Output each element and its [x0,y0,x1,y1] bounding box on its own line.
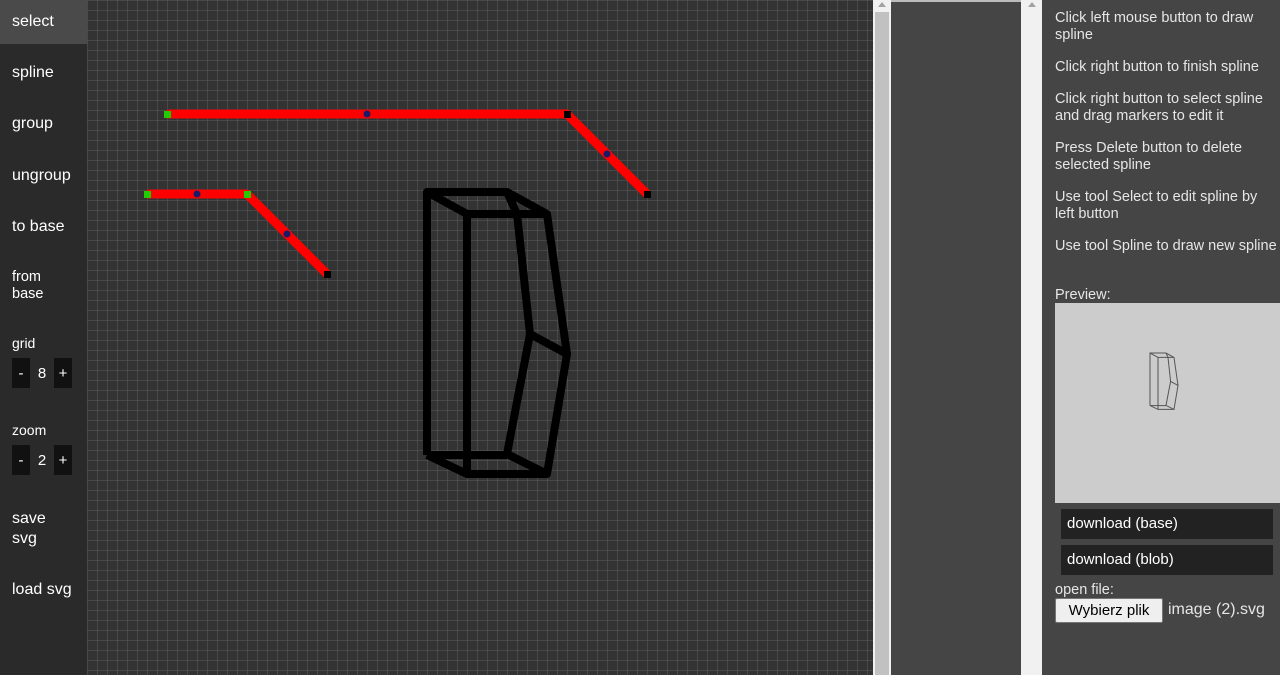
canvas-scrollbar[interactable] [873,0,891,675]
preview-svg [1149,352,1179,410]
spline-mid-marker[interactable] [193,190,201,198]
grid-value: 8 [37,364,47,382]
spline-end-marker[interactable] [644,191,651,198]
to-base-button[interactable]: to base [0,218,87,235]
spline-start-marker[interactable] [164,111,171,118]
grid-decrease-button[interactable]: - [12,358,30,388]
scroll-up-icon[interactable] [878,2,886,7]
file-name: image (2).svg [1168,601,1265,618]
help-text-4: Press Delete button to delete selected s… [1055,140,1243,173]
spline-vertex-marker[interactable] [564,111,571,118]
drawing-canvas[interactable] [87,0,873,675]
zoom-label: zoom [12,422,47,438]
group-button[interactable]: group [0,115,87,132]
toolbar: select spline group ungroup to base from… [0,0,87,675]
help-text-1: Click left mouse button to draw spline [1055,10,1254,43]
from-base-button[interactable]: from base [0,269,87,303]
choose-file-button[interactable]: Wybierz plik [1055,598,1163,623]
spline-vertex-marker[interactable] [244,191,251,198]
zoom-decrease-button[interactable]: - [12,445,30,475]
spline-end-marker[interactable] [324,271,331,278]
preview-image [1055,303,1280,503]
ungroup-button[interactable]: ungroup [0,167,87,184]
help-text-6: Use tool Spline to draw new spline [1055,238,1277,254]
scrollbar-thumb[interactable] [875,12,889,675]
panel-scrollbar[interactable] [1021,0,1042,675]
download-base-button[interactable]: download (base) [1061,509,1273,539]
help-text-5: Use tool Select to edit spline by left b… [1055,189,1258,222]
help-panel: Click left mouse button to draw spline C… [1042,0,1280,675]
spline-start-marker[interactable] [144,191,151,198]
load-svg-button[interactable]: load svg [0,581,87,598]
drawing-svg[interactable] [87,0,873,675]
save-svg-label-1: save [12,510,46,527]
from-base-label-1: from [12,269,41,285]
grid-background [87,0,873,675]
spline-mid-marker[interactable] [363,110,371,118]
help-text-3: Click right button to select spline and … [1055,91,1263,124]
spline-tool-button[interactable]: spline [0,64,87,81]
zoom-stepper: - 2 + [12,445,72,475]
open-file-label: open file: [1055,582,1114,598]
grid-increase-button[interactable]: + [54,358,72,388]
spline-mid-marker[interactable] [603,150,611,158]
zoom-value: 2 [37,451,47,469]
download-blob-button[interactable]: download (blob) [1061,545,1273,575]
help-text-2: Click right button to finish spline [1055,59,1259,75]
save-svg-label-2: svg [12,530,37,547]
preview-shape [1149,352,1179,410]
grid-label: grid [12,335,36,351]
zoom-increase-button[interactable]: + [54,445,72,475]
grid-stepper: - 8 + [12,358,72,388]
preview-label: Preview: [1055,287,1111,303]
save-svg-button[interactable]: save svg [0,509,87,549]
middle-panel [891,0,1021,675]
spline-mid-marker[interactable] [283,230,291,238]
from-base-label-2: base [12,286,44,302]
select-tool-button[interactable]: select [0,0,87,44]
scroll-up-icon[interactable] [1027,2,1036,7]
